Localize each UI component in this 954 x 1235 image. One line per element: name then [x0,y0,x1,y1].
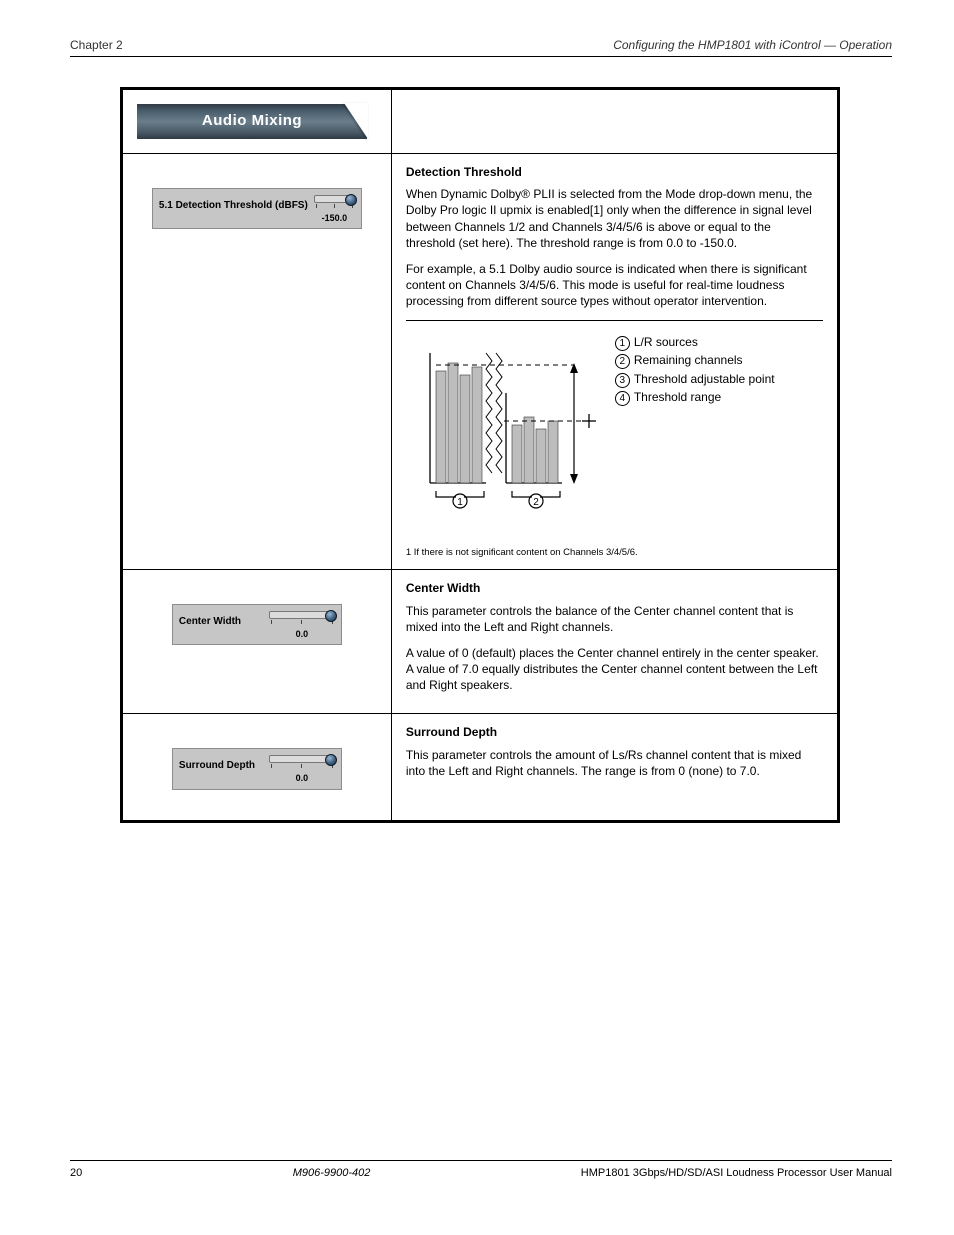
legend-text-1: L/R sources [634,335,698,349]
legend-num-1: 1 [615,336,630,351]
detection-threshold-label: 5.1 Detection Threshold (dBFS) [159,195,308,213]
legend-text-2: Remaining channels [634,353,743,367]
svg-text:2: 2 [533,497,539,508]
center-width-value: 0.0 [269,627,335,640]
slider-ticks [269,763,335,771]
header-rule [70,56,892,57]
threshold-diagram: 1 2 [406,333,601,533]
legend-text-3: Threshold adjustable point [634,372,775,386]
surround-depth-value: 0.0 [269,771,335,784]
detection-threshold-para-2: For example, a 5.1 Dolby audio source is… [406,261,823,310]
center-width-para-2: A value of 0 (default) places the Center… [406,645,823,694]
surround-depth-widget: Surround Depth 0.0 [172,748,342,789]
banner-title: Audio Mixing [202,111,302,131]
legend-num-4: 4 [615,391,630,406]
center-width-para-1: This parameter controls the balance of t… [406,603,823,635]
legend-num-2: 2 [615,354,630,369]
surround-depth-slider[interactable] [269,755,335,763]
slider-knob-icon[interactable] [325,754,337,766]
footer-doc-title: HMP1801 3Gbps/HD/SD/ASI Loudness Process… [581,1167,892,1179]
parameters-table: Audio Mixing 5.1 Detection Threshold (dB… [120,87,840,823]
slider-ticks [269,619,335,627]
detection-threshold-footnote: 1 If there is not significant content on… [406,547,823,560]
center-width-slider[interactable] [269,611,335,619]
surround-depth-para-1: This parameter controls the amount of Ls… [406,747,823,779]
audio-mixing-banner: Audio Mixing [137,104,367,139]
svg-text:1: 1 [457,497,463,508]
legend-text-4: Threshold range [634,390,721,404]
header-right: Configuring the HMP1801 with iControl — … [613,38,892,52]
center-width-widget: Center Width 0.0 [172,604,342,645]
detection-threshold-value: -150.0 [314,211,355,224]
diagram-legend: 1 L/R sources 2 Remaining channels 3 Thresh… [615,333,775,407]
page-footer: 20 M906-9900-402 HMP1801 3Gbps/HD/SD/ASI… [70,1160,892,1179]
detection-threshold-slider[interactable] [314,195,355,203]
header-left: Chapter 2 [70,38,123,52]
slider-knob-icon[interactable] [345,194,357,206]
surround-depth-title: Surround Depth [406,724,823,740]
center-width-title: Center Width [406,580,823,596]
detection-threshold-widget: 5.1 Detection Threshold (dBFS) -150.0 [152,188,362,229]
surround-depth-label: Surround Depth [179,755,263,773]
legend-num-3: 3 [615,373,630,388]
detection-threshold-title: Detection Threshold [406,164,823,180]
footer-doc-number: M906-9900-402 [293,1167,371,1179]
inner-rule [406,320,823,321]
slider-knob-icon[interactable] [325,610,337,622]
footer-page-number: 20 [70,1167,82,1179]
detection-threshold-para-1: When Dynamic Dolby® PLII is selected fro… [406,186,823,251]
center-width-label: Center Width [179,611,263,629]
